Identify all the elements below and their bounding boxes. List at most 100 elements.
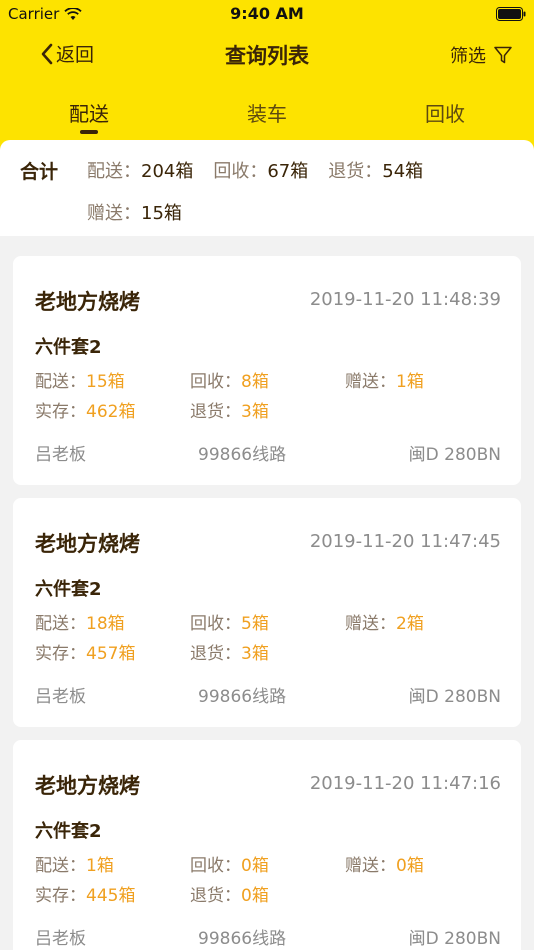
stat-value: 1箱	[396, 372, 424, 392]
back-button[interactable]: 返回	[40, 40, 94, 67]
shop-name: 老地方烧烤	[35, 532, 140, 556]
product-name: 六件套2	[35, 579, 102, 600]
stat-delivery: 配送：18箱	[35, 609, 125, 634]
tab-label: 装车	[247, 102, 287, 126]
product-name: 六件套2	[35, 821, 102, 842]
record-card[interactable]: 老地方烧烤 2019-11-20 11:48:39 六件套2 配送：15箱 回收…	[13, 256, 521, 485]
filter-button[interactable]: 筛选	[450, 42, 512, 68]
stat-value: 462箱	[86, 402, 136, 422]
product-name: 六件套2	[35, 337, 102, 358]
boss-name: 吕老板	[35, 445, 86, 465]
summary-value: 15箱	[141, 203, 182, 224]
boss-name: 吕老板	[35, 929, 86, 949]
stat-value: 3箱	[241, 402, 269, 422]
stat-gift: 赠送：2箱	[345, 609, 424, 634]
plate-number: 闽D 280BN	[408, 929, 501, 949]
back-label: 返回	[56, 44, 95, 66]
summary-gift: 赠送：15箱	[87, 199, 182, 225]
stat-key: 赠送：	[345, 372, 396, 392]
stat-recycle: 回收：5箱	[190, 609, 269, 634]
summary-key: 赠送：	[87, 203, 141, 224]
record-card[interactable]: 老地方烧烤 2019-11-20 11:47:45 六件套2 配送：18箱 回收…	[13, 498, 521, 727]
record-time: 2019-11-20 11:47:16	[309, 773, 501, 794]
active-tab-indicator	[80, 130, 98, 134]
tab-bar: 配送 装车 回收	[0, 90, 534, 138]
stat-key: 实存：	[35, 886, 86, 906]
stat-key: 退货：	[190, 644, 241, 664]
tab-recycle[interactable]: 回收	[356, 90, 534, 138]
stat-stock: 实存：445箱	[35, 881, 135, 906]
summary-label: 合计	[20, 161, 59, 183]
stat-key: 赠送：	[345, 614, 396, 634]
shop-name: 老地方烧烤	[35, 290, 140, 314]
stat-delivery: 配送：15箱	[35, 367, 125, 392]
summary-key: 退货：	[328, 161, 383, 182]
stat-value: 0箱	[241, 886, 269, 906]
stat-stock: 实存：457箱	[35, 639, 135, 664]
stat-returned: 退货：0箱	[190, 881, 269, 906]
record-card[interactable]: 老地方烧烤 2019-11-20 11:47:16 六件套2 配送：1箱 回收：…	[13, 740, 521, 950]
stat-stock: 实存：462箱	[35, 397, 135, 422]
stat-returned: 退货：3箱	[190, 639, 269, 664]
summary-delivery: 配送：204箱	[87, 157, 193, 183]
stat-value: 457箱	[86, 644, 136, 664]
tab-label: 回收	[425, 102, 465, 126]
tab-delivery[interactable]: 配送	[0, 90, 178, 138]
stat-value: 3箱	[241, 644, 269, 664]
status-bar: Carrier 9:40 AM	[0, 0, 534, 28]
battery-icon	[496, 7, 526, 21]
stat-returned: 退货：3箱	[190, 397, 269, 422]
stat-value: 18箱	[86, 614, 125, 634]
tab-label: 配送	[69, 102, 109, 126]
summary-panel: 合计 配送：204箱 回收：67箱 退货：54箱 赠送：15箱	[0, 140, 534, 236]
summary-value: 54箱	[382, 161, 424, 182]
stat-gift: 赠送：1箱	[345, 367, 424, 392]
summary-key: 回收：	[213, 161, 268, 182]
stat-value: 15箱	[86, 372, 125, 392]
shop-name: 老地方烧烤	[35, 774, 140, 798]
status-time: 9:40 AM	[230, 4, 304, 23]
summary-value: 67箱	[267, 161, 309, 182]
filter-icon	[494, 46, 512, 64]
stat-key: 回收：	[190, 856, 241, 876]
stat-value: 1箱	[86, 856, 114, 876]
stat-delivery: 配送：1箱	[35, 851, 114, 876]
stat-key: 回收：	[190, 372, 241, 392]
stat-key: 退货：	[190, 402, 241, 422]
summary-returned: 退货：54箱	[328, 157, 423, 183]
back-chevron-icon	[41, 43, 53, 64]
route-name: 99866线路	[198, 687, 287, 707]
header: Carrier 9:40 AM 返回 查询列表 筛选 配送 装车 回收	[0, 0, 534, 150]
stat-key: 配送：	[35, 856, 86, 876]
record-time: 2019-11-20 11:48:39	[309, 289, 501, 310]
stat-value: 5箱	[241, 614, 269, 634]
stat-value: 0箱	[241, 856, 269, 876]
stat-key: 配送：	[35, 372, 86, 392]
stat-key: 赠送：	[345, 856, 396, 876]
stat-key: 实存：	[35, 644, 86, 664]
stat-value: 2箱	[396, 614, 424, 634]
summary-key: 配送：	[87, 161, 141, 182]
stat-value: 0箱	[396, 856, 424, 876]
stat-key: 回收：	[190, 614, 241, 634]
stat-gift: 赠送：0箱	[345, 851, 424, 876]
stat-key: 退货：	[190, 886, 241, 906]
record-time: 2019-11-20 11:47:45	[309, 531, 501, 552]
summary-items: 配送：204箱 回收：67箱 退货：54箱 赠送：15箱	[87, 157, 507, 225]
plate-number: 闽D 280BN	[408, 445, 501, 465]
summary-recycle: 回收：67箱	[213, 157, 308, 183]
nav-bar: 返回 查询列表 筛选	[0, 32, 534, 76]
stat-value: 445箱	[86, 886, 136, 906]
plate-number: 闽D 280BN	[408, 687, 501, 707]
stat-recycle: 回收：8箱	[190, 367, 269, 392]
tab-loading[interactable]: 装车	[178, 90, 356, 138]
route-name: 99866线路	[198, 445, 287, 465]
summary-value: 204箱	[141, 161, 194, 182]
stat-key: 配送：	[35, 614, 86, 634]
stat-value: 8箱	[241, 372, 269, 392]
stat-key: 实存：	[35, 402, 86, 422]
boss-name: 吕老板	[35, 687, 86, 707]
filter-label: 筛选	[450, 46, 486, 67]
stat-recycle: 回收：0箱	[190, 851, 269, 876]
route-name: 99866线路	[198, 929, 287, 949]
